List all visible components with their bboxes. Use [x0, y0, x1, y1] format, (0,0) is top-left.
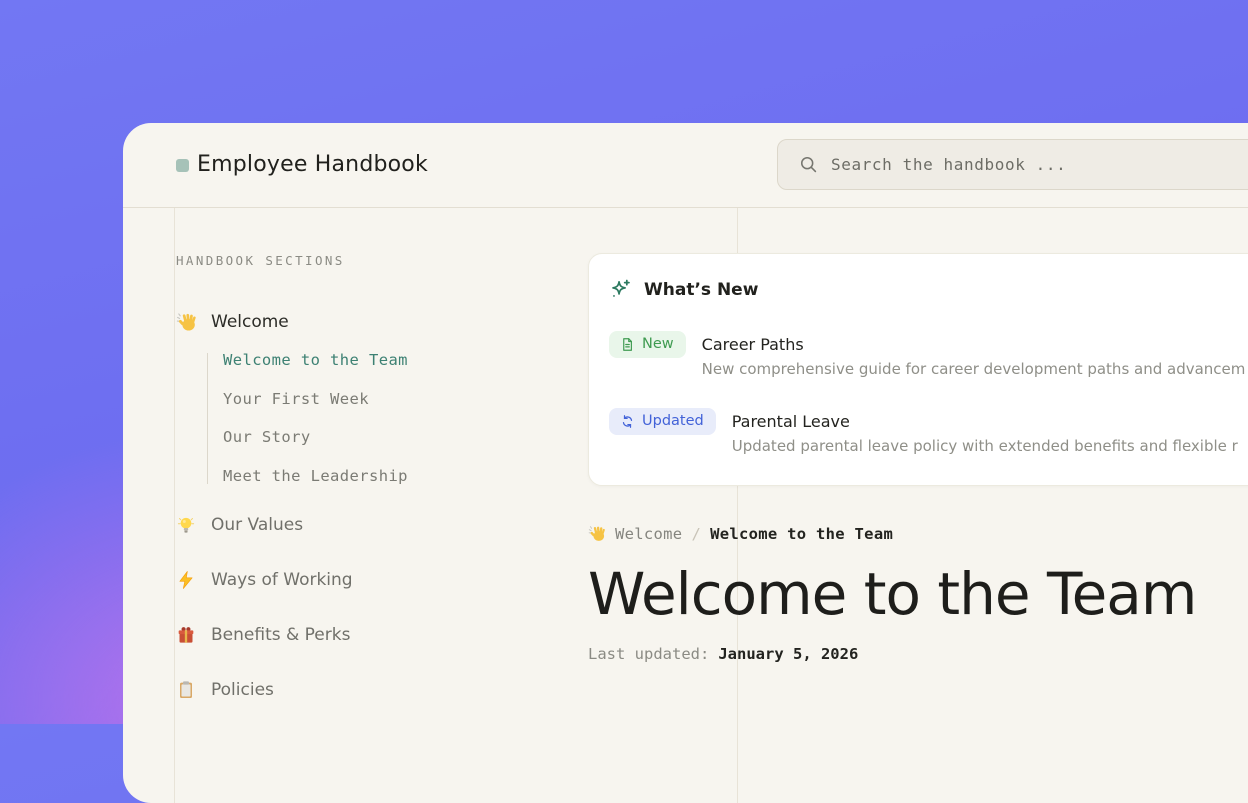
whats-new-item-description: Updated parental leave policy with exten…	[732, 437, 1238, 455]
handbook-window: Employee Handbook HANDBOOK SECTIONS	[123, 123, 1248, 803]
sidebar-item-label: Our Values	[211, 515, 303, 535]
page-title: Welcome to the Team	[588, 564, 1248, 625]
sidebar-subitem-meet-the-leadership[interactable]: Meet the Leadership	[223, 469, 576, 485]
bulb-icon	[176, 515, 197, 536]
search-icon	[799, 155, 818, 174]
sidebar-item-ways-of-working[interactable]: Ways of Working	[176, 567, 576, 593]
sidebar-item-benefits-perks[interactable]: Benefits & Perks	[176, 622, 576, 648]
main-content: What’s New New Career Paths New comprehe…	[588, 208, 1248, 663]
badge-label: New	[642, 336, 674, 352]
breadcrumb-current-page: Welcome to the Team	[710, 525, 893, 543]
last-updated-label: Last updated:	[588, 645, 709, 663]
wave-icon	[176, 312, 197, 333]
search-box[interactable]	[777, 139, 1248, 190]
sidebar-item-label: Welcome	[211, 312, 289, 332]
whats-new-item-title: Parental Leave	[732, 408, 1238, 431]
whats-new-item-parental-leave[interactable]: Updated Parental Leave Updated parental …	[609, 408, 1248, 455]
breadcrumb: Welcome / Welcome to the Team	[588, 525, 1248, 543]
sparkles-icon	[609, 278, 632, 301]
breadcrumb-section[interactable]: Welcome	[615, 525, 682, 543]
sidebar-item-label: Ways of Working	[211, 570, 353, 590]
updated-badge: Updated	[609, 408, 716, 435]
last-updated-value: January 5, 2026	[718, 645, 858, 663]
clipboard-icon	[176, 680, 197, 701]
whats-new-item-career-paths[interactable]: New Career Paths New comprehensive guide…	[609, 331, 1248, 378]
sidebar-item-welcome[interactable]: Welcome	[176, 309, 576, 335]
new-badge: New	[609, 331, 686, 358]
whats-new-item-title: Career Paths	[702, 331, 1246, 354]
whats-new-item-description: New comprehensive guide for career devel…	[702, 360, 1246, 378]
sidebar-item-our-values[interactable]: Our Values	[176, 512, 576, 538]
whats-new-card: What’s New New Career Paths New comprehe…	[588, 253, 1248, 486]
sidebar-item-policies[interactable]: Policies	[176, 677, 576, 703]
sidebar-subitem-welcome-to-the-team[interactable]: Welcome to the Team	[223, 353, 576, 369]
breadcrumb-separator: /	[691, 525, 701, 543]
file-text-icon	[620, 337, 635, 352]
refresh-icon	[620, 414, 635, 429]
sidebar-section-label: HANDBOOK SECTIONS	[176, 253, 576, 268]
whats-new-title: What’s New	[644, 280, 758, 300]
wave-icon	[588, 525, 606, 543]
app-title: Employee Handbook	[197, 152, 428, 177]
sidebar-item-label: Benefits & Perks	[211, 625, 350, 645]
left-column-rule	[174, 208, 175, 803]
welcome-sub-list: Welcome to the Team Your First Week Our …	[207, 353, 576, 484]
last-updated: Last updated: January 5, 2026	[588, 645, 1248, 663]
app-header: Employee Handbook	[123, 123, 1248, 208]
lightning-icon	[176, 570, 197, 591]
app-logo-icon	[176, 159, 189, 172]
sidebar: HANDBOOK SECTIONS	[176, 208, 576, 703]
gift-icon	[176, 625, 197, 646]
sidebar-item-label: Policies	[211, 680, 274, 700]
search-input[interactable]	[831, 155, 1248, 174]
sidebar-subitem-your-first-week[interactable]: Your First Week	[223, 392, 576, 408]
badge-label: Updated	[642, 413, 704, 429]
sidebar-subitem-our-story[interactable]: Our Story	[223, 430, 576, 446]
